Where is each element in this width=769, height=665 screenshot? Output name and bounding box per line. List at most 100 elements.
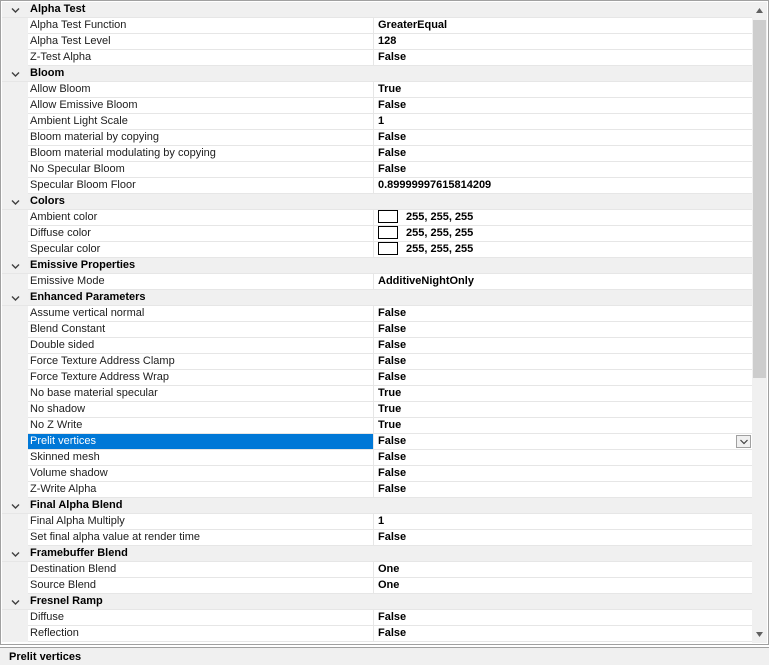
scroll-down-arrow-icon[interactable] bbox=[752, 626, 767, 643]
chevron-down-icon[interactable] bbox=[7, 546, 23, 562]
property-value[interactable]: 255, 255, 255 bbox=[374, 241, 753, 258]
property-name[interactable]: Emissive Mode bbox=[28, 274, 374, 290]
category-header[interactable]: Enhanced Parameters bbox=[2, 290, 753, 306]
property-value[interactable]: 0.89999997615814209 bbox=[374, 178, 753, 194]
category-header[interactable]: Alpha Test bbox=[2, 2, 753, 18]
property-name[interactable]: Force Texture Address Wrap bbox=[28, 370, 374, 386]
property-value[interactable]: False bbox=[374, 626, 753, 642]
property-row[interactable]: Destination Blend One bbox=[2, 562, 753, 578]
property-row[interactable]: Specular color 255, 255, 255 bbox=[2, 241, 753, 258]
property-row[interactable]: Final Alpha Multiply 1 bbox=[2, 514, 753, 530]
chevron-down-icon[interactable] bbox=[7, 2, 23, 18]
property-value[interactable]: False bbox=[374, 322, 753, 338]
category-header[interactable]: Final Alpha Blend bbox=[2, 498, 753, 514]
property-row[interactable]: No Specular Bloom False bbox=[2, 162, 753, 178]
property-name[interactable]: No shadow bbox=[28, 402, 374, 418]
property-row[interactable]: Diffuse color 255, 255, 255 bbox=[2, 225, 753, 242]
property-row[interactable]: Ambient color 255, 255, 255 bbox=[2, 209, 753, 226]
property-row[interactable]: Allow Bloom True bbox=[2, 82, 753, 98]
property-name[interactable]: Specular color bbox=[28, 242, 374, 258]
property-name[interactable]: Source Blend bbox=[28, 578, 374, 594]
property-value[interactable]: One bbox=[374, 562, 753, 578]
property-value[interactable]: True bbox=[374, 82, 753, 98]
property-name[interactable]: No base material specular bbox=[28, 386, 374, 402]
dropdown-arrow-icon[interactable] bbox=[736, 435, 751, 448]
property-value[interactable]: 128 bbox=[374, 34, 753, 50]
property-row[interactable]: Reflection False bbox=[2, 626, 753, 642]
property-row[interactable]: Force Texture Address Wrap False bbox=[2, 370, 753, 386]
color-swatch[interactable] bbox=[378, 209, 398, 223]
property-row[interactable]: Force Texture Address Clamp False bbox=[2, 354, 753, 370]
scrollbar-thumb[interactable] bbox=[753, 20, 766, 378]
category-header[interactable]: Emissive Properties bbox=[2, 258, 753, 274]
property-value[interactable]: False bbox=[374, 354, 753, 370]
color-swatch[interactable] bbox=[378, 241, 398, 255]
property-value[interactable]: False bbox=[374, 130, 753, 146]
property-value[interactable]: AdditiveNightOnly bbox=[374, 274, 753, 290]
property-name[interactable]: Destination Blend bbox=[28, 562, 374, 578]
property-name[interactable]: Final Alpha Multiply bbox=[28, 514, 374, 530]
property-row[interactable]: Emissive Mode AdditiveNightOnly bbox=[2, 274, 753, 290]
property-value[interactable]: False bbox=[374, 466, 753, 482]
property-name[interactable]: Alpha Test Level bbox=[28, 34, 374, 50]
property-name[interactable]: Prelit vertices bbox=[28, 434, 374, 450]
property-row[interactable]: Ambient Light Scale 1 bbox=[2, 114, 753, 130]
property-value[interactable]: True bbox=[374, 402, 753, 418]
property-row[interactable]: Alpha Test Level 128 bbox=[2, 34, 753, 50]
property-row[interactable]: Alpha Test Function GreaterEqual bbox=[2, 18, 753, 34]
property-row[interactable]: Specular Bloom Floor 0.89999997615814209 bbox=[2, 178, 753, 194]
property-value[interactable]: False bbox=[374, 338, 753, 354]
property-value[interactable]: False bbox=[374, 50, 753, 66]
property-name[interactable]: Volume shadow bbox=[28, 466, 374, 482]
property-name[interactable]: Force Texture Address Clamp bbox=[28, 354, 374, 370]
color-swatch[interactable] bbox=[378, 225, 398, 239]
property-name[interactable]: No Z Write bbox=[28, 418, 374, 434]
property-row[interactable]: Bloom material modulating by copying Fals… bbox=[2, 146, 753, 162]
property-name[interactable]: Assume vertical normal bbox=[28, 306, 374, 322]
property-value[interactable]: False bbox=[374, 434, 753, 450]
property-name[interactable]: Z-Write Alpha bbox=[28, 482, 374, 498]
category-header[interactable]: Bloom bbox=[2, 66, 753, 82]
property-value[interactable]: True bbox=[374, 418, 753, 434]
chevron-down-icon[interactable] bbox=[7, 66, 23, 82]
property-name[interactable]: Blend Constant bbox=[28, 322, 374, 338]
chevron-down-icon[interactable] bbox=[7, 194, 23, 210]
property-row[interactable]: Assume vertical normal False bbox=[2, 306, 753, 322]
property-value[interactable]: 255, 255, 255 bbox=[374, 225, 753, 242]
property-row[interactable]: Source Blend One bbox=[2, 578, 753, 594]
property-name[interactable]: Diffuse bbox=[28, 610, 374, 626]
property-name[interactable]: Allow Emissive Bloom bbox=[28, 98, 374, 114]
property-name[interactable]: Bloom material by copying bbox=[28, 130, 374, 146]
property-value[interactable]: False bbox=[374, 306, 753, 322]
property-name[interactable]: Allow Bloom bbox=[28, 82, 374, 98]
property-value[interactable]: False bbox=[374, 370, 753, 386]
property-name[interactable]: Skinned mesh bbox=[28, 450, 374, 466]
property-name[interactable]: Set final alpha value at render time bbox=[28, 530, 374, 546]
property-row[interactable]: Skinned mesh False bbox=[2, 450, 753, 466]
property-name[interactable]: Ambient color bbox=[28, 210, 374, 226]
property-name[interactable]: Bloom material modulating by copying bbox=[28, 146, 374, 162]
category-header[interactable]: Fresnel Ramp bbox=[2, 594, 753, 610]
property-name[interactable]: Alpha Test Function bbox=[28, 18, 374, 34]
property-value[interactable]: 1 bbox=[374, 114, 753, 130]
chevron-down-icon[interactable] bbox=[7, 290, 23, 306]
property-name[interactable]: Specular Bloom Floor bbox=[28, 178, 374, 194]
property-value[interactable]: False bbox=[374, 610, 753, 626]
property-value[interactable]: False bbox=[374, 162, 753, 178]
property-value[interactable]: One bbox=[374, 578, 753, 594]
category-header[interactable]: Framebuffer Blend bbox=[2, 546, 753, 562]
property-value[interactable]: False bbox=[374, 530, 753, 546]
chevron-down-icon[interactable] bbox=[7, 498, 23, 514]
property-name[interactable]: Ambient Light Scale bbox=[28, 114, 374, 130]
property-value[interactable]: 1 bbox=[374, 514, 753, 530]
property-row[interactable]: Z-Write Alpha False bbox=[2, 482, 753, 498]
property-row[interactable]: No shadow True bbox=[2, 402, 753, 418]
property-name[interactable]: Z-Test Alpha bbox=[28, 50, 374, 66]
chevron-down-icon[interactable] bbox=[7, 258, 23, 274]
property-row[interactable]: Blend Constant False bbox=[2, 322, 753, 338]
property-name[interactable]: Diffuse color bbox=[28, 226, 374, 242]
chevron-down-icon[interactable] bbox=[7, 594, 23, 610]
property-name[interactable]: No Specular Bloom bbox=[28, 162, 374, 178]
property-name[interactable]: Reflection bbox=[28, 626, 374, 642]
property-row[interactable]: Set final alpha value at render time Fals… bbox=[2, 530, 753, 546]
